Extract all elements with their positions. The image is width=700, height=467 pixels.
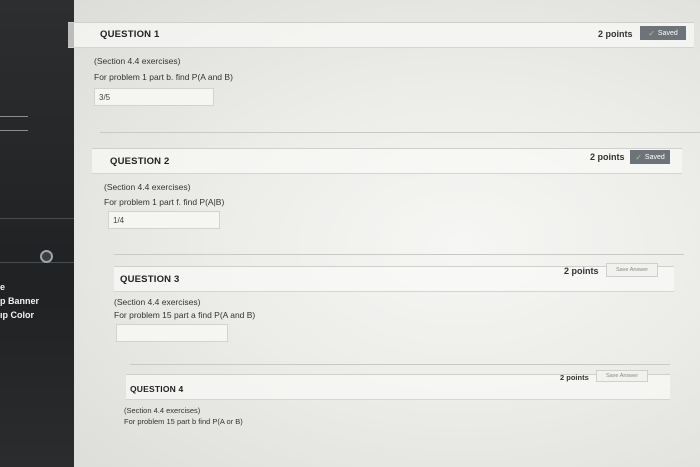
- sidebar-item-color[interactable]: ıp Color: [0, 310, 34, 320]
- save-answer-button[interactable]: Save Answer: [596, 370, 648, 382]
- left-sidebar: e p Banner ıp Color: [0, 0, 74, 467]
- answer-field[interactable]: 1/4: [108, 211, 220, 229]
- answer-field[interactable]: [116, 324, 228, 342]
- question-section: (Section 4.4 exercises): [94, 56, 181, 66]
- question-section: (Section 4.4 exercises): [104, 182, 191, 192]
- question-points: 2 points: [598, 29, 633, 39]
- check-icon: ✓: [635, 152, 642, 162]
- check-icon: ✓: [648, 28, 655, 38]
- sidebar-divider: [0, 218, 74, 219]
- sidebar-divider: [0, 262, 74, 263]
- answer-field[interactable]: 3/5: [94, 88, 214, 106]
- question-section: (Section 4.4 exercises): [114, 297, 201, 307]
- question-list: QUESTION 1 2 points ✓ Saved (Section 4.4…: [68, 0, 700, 467]
- saved-label: Saved: [657, 29, 678, 37]
- sidebar-divider: [0, 130, 28, 131]
- saved-label: Saved: [644, 153, 665, 161]
- saved-button[interactable]: ✓ Saved: [630, 150, 670, 164]
- sidebar-divider: [0, 116, 28, 117]
- question-prompt: For problem 1 part b. find P(A and B): [94, 72, 233, 82]
- question-title: QUESTION 1: [100, 29, 160, 40]
- sidebar-item-label[interactable]: e: [0, 282, 5, 292]
- question-title: QUESTION 2: [110, 156, 170, 167]
- question-title: QUESTION 3: [120, 274, 180, 285]
- question-divider: [100, 132, 700, 133]
- radio-icon[interactable]: [40, 250, 53, 263]
- question-points: 2 points: [590, 152, 625, 162]
- question-prompt: For problem 15 part b find P(A or B): [124, 417, 243, 426]
- question-title: QUESTION 4: [130, 384, 184, 394]
- saved-button[interactable]: ✓ Saved: [640, 26, 686, 40]
- question-points: 2 points: [564, 266, 599, 276]
- question-points: 2 points: [560, 373, 589, 382]
- question-section: (Section 4.4 exercises): [124, 406, 201, 415]
- question-prompt: For problem 1 part f. find P(A|B): [104, 197, 225, 207]
- question-divider: [114, 254, 684, 255]
- sidebar-item-banner[interactable]: p Banner: [0, 296, 39, 306]
- question-prompt: For problem 15 part a find P(A and B): [114, 310, 256, 320]
- save-answer-button[interactable]: Save Answer: [606, 263, 658, 277]
- question-divider: [130, 364, 670, 365]
